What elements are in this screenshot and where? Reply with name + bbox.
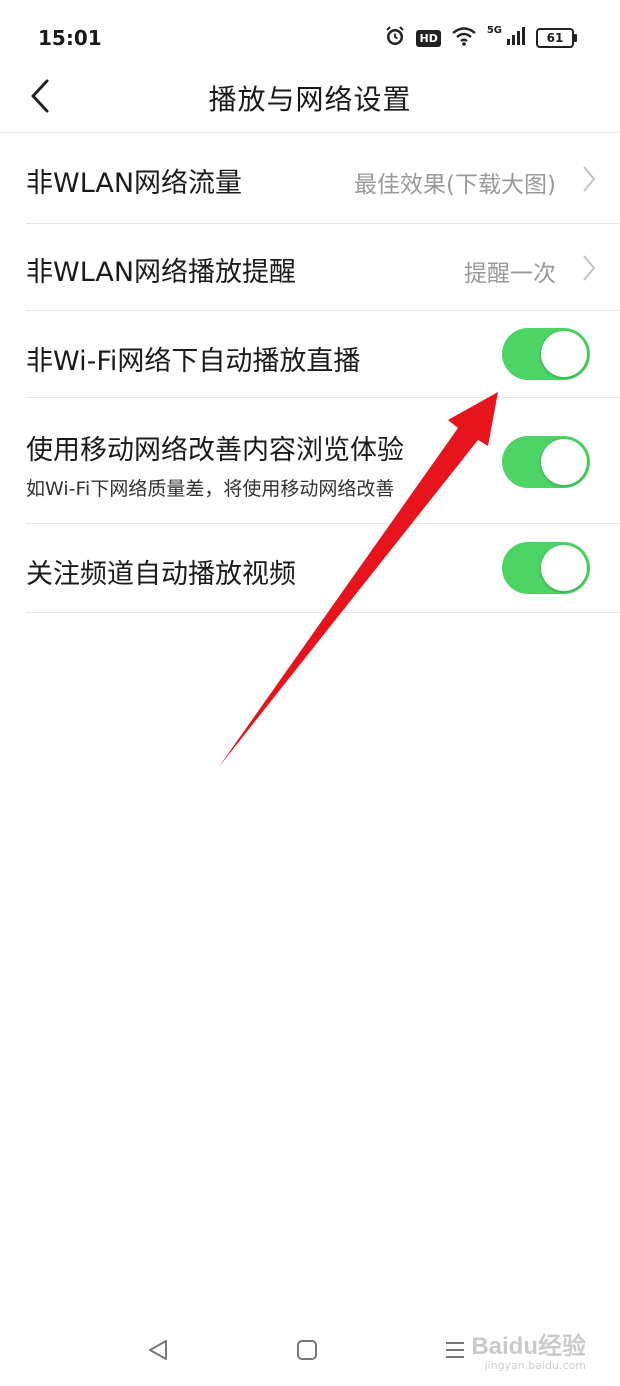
triangle-back-icon (149, 1340, 167, 1360)
hd-icon: HD (416, 29, 441, 47)
setting-label: 使用移动网络改善内容浏览体验 (26, 435, 404, 466)
autoplay-live-toggle[interactable] (502, 328, 590, 380)
wifi-icon (451, 26, 477, 50)
chevron-right-icon (583, 166, 596, 192)
menu-icon (446, 1342, 464, 1358)
setting-label: 关注频道自动播放视频 (26, 559, 296, 590)
app-header: 播放与网络设置 (0, 76, 620, 133)
watermark: Baidu经验 jingyan.baidu.com (471, 1326, 586, 1372)
mobile-network-boost-toggle[interactable] (502, 436, 590, 488)
setting-value: 最佳效果(下载大图) (354, 172, 556, 198)
watermark-url: jingyan.baidu.com (484, 1359, 586, 1372)
alarm-icon (384, 25, 406, 51)
toggle-knob (541, 331, 587, 377)
battery-icon: 61 (536, 28, 577, 48)
setting-label: 非WLAN网络播放提醒 (26, 257, 297, 288)
status-time: 15:01 (38, 26, 102, 50)
nav-home-button[interactable] (289, 1332, 325, 1368)
toggle-knob (541, 439, 587, 485)
network-type-label: 5G (486, 24, 502, 36)
signal-icon (506, 26, 526, 50)
nav-back-button[interactable] (140, 1332, 176, 1368)
square-home-icon (297, 1340, 317, 1360)
follow-autoplay-toggle[interactable] (502, 542, 590, 594)
setting-label: 非Wi-Fi网络下自动播放直播 (26, 346, 361, 377)
status-icons: HD 5G 61 (384, 24, 577, 52)
setting-row-data-usage[interactable]: 非WLAN网络流量 最佳效果(下载大图) (26, 133, 620, 224)
setting-label: 非WLAN网络流量 (26, 168, 243, 199)
setting-row-mobile-network-boost: 使用移动网络改善内容浏览体验 如Wi-Fi下网络质量差，将使用移动网络改善 (26, 398, 620, 524)
toggle-knob (541, 545, 587, 591)
nav-menu-button[interactable] (437, 1332, 473, 1368)
page-title: 播放与网络设置 (208, 83, 412, 116)
setting-value: 提醒一次 (464, 261, 556, 287)
setting-row-play-reminder[interactable]: 非WLAN网络播放提醒 提醒一次 (26, 224, 620, 311)
setting-row-follow-autoplay: 关注频道自动播放视频 (26, 524, 620, 613)
chevron-right-icon (583, 255, 596, 281)
watermark-brand: Baidu经验 (471, 1333, 586, 1360)
setting-row-autoplay-live: 非Wi-Fi网络下自动播放直播 (26, 311, 620, 398)
status-bar: 15:01 HD 5G 61 (0, 0, 620, 76)
setting-subtitle: 如Wi-Fi下网络质量差，将使用移动网络改善 (26, 478, 395, 500)
